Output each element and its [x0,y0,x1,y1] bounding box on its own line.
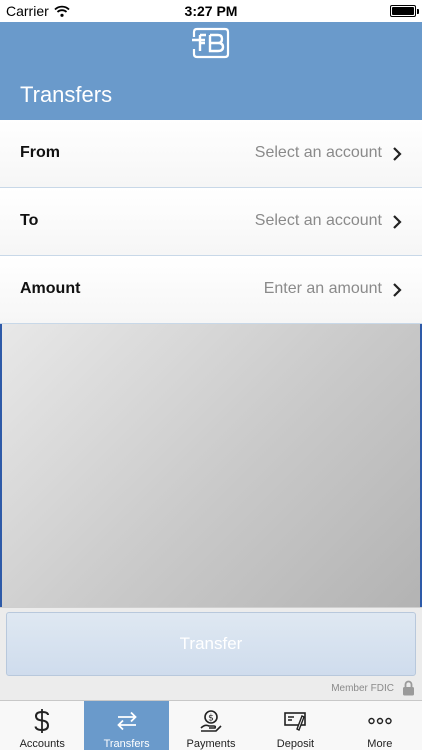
content-panel [0,324,422,607]
transfer-arrows-icon [114,708,140,734]
from-account-value: Select an account [254,144,382,161]
from-label: From [20,144,60,161]
to-label: To [20,212,39,229]
to-account-value: Select an account [254,212,382,229]
chevron-right-icon [393,147,402,161]
tab-deposit[interactable]: Deposit [253,701,337,750]
status-bar: Carrier 3:27 PM [0,0,422,22]
transfer-button[interactable]: Transfer [6,612,416,676]
from-account-row[interactable]: From Select an account [0,120,422,188]
tab-more[interactable]: More [338,701,422,750]
chevron-right-icon [393,215,402,229]
tab-accounts[interactable]: Accounts [0,701,84,750]
tab-label: More [367,738,393,750]
check-deposit-icon [282,708,308,734]
tab-bar: Accounts Transfers $ Payments Deposit Mo… [0,700,422,750]
more-dots-icon [367,708,393,734]
amount-value: Enter an amount [263,280,382,297]
payment-hand-icon: $ [198,708,224,734]
app-header: Transfers [0,22,422,120]
battery-icon [390,5,419,17]
tab-label: Accounts [19,738,65,750]
dollar-icon [29,708,55,734]
tab-transfers[interactable]: Transfers [84,701,169,750]
tab-label: Payments [186,738,236,750]
amount-row[interactable]: Amount Enter an amount [0,256,422,324]
transfer-action-area: Transfer Member FDIC [0,607,422,700]
tab-payments[interactable]: $ Payments [169,701,253,750]
to-account-row[interactable]: To Select an account [0,188,422,256]
lock-icon [403,680,414,696]
member-fdic-text: Member FDIC [331,683,394,694]
fb-logo-icon [192,27,230,59]
tab-label: Transfers [103,738,150,750]
status-time: 3:27 PM [184,3,238,19]
amount-label: Amount [20,280,81,297]
chevron-right-icon [393,283,402,297]
page-title: Transfers [20,82,113,107]
tab-label: Deposit [276,738,315,750]
svg-text:$: $ [208,714,214,724]
